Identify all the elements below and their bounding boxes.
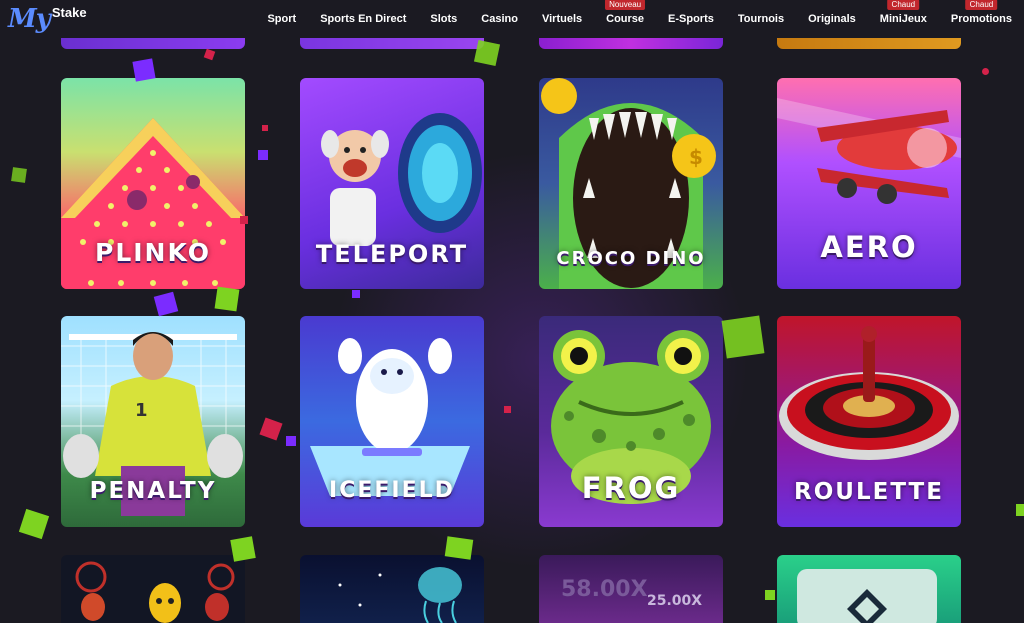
nav-course[interactable]: Nouveau Course bbox=[594, 0, 656, 38]
game-title: AERO bbox=[820, 230, 918, 264]
confetti-square bbox=[1016, 504, 1024, 516]
confetti-square bbox=[214, 286, 240, 312]
nav-sports-en-direct[interactable]: Sports En Direct bbox=[308, 0, 418, 38]
game-title: PLINKO bbox=[95, 238, 211, 267]
nav-promotions-label: Promotions bbox=[950, 13, 1012, 25]
main-nav: Sport Sports En Direct Slots Casino Virt… bbox=[255, 0, 1024, 38]
game-card-partial-bottom[interactable] bbox=[61, 555, 245, 623]
game-card-frog[interactable]: FROG bbox=[539, 316, 723, 527]
confetti-square bbox=[11, 167, 27, 183]
hot-badge: Chaud bbox=[965, 0, 998, 10]
nav-sports-en-direct-label: Sports En Direct bbox=[320, 13, 407, 25]
confetti-square bbox=[504, 406, 511, 413]
game-card-teleport[interactable]: TELEPORT bbox=[300, 78, 484, 289]
game-card-icefield[interactable]: ICEFIELD bbox=[300, 316, 484, 527]
nav-e-sports-label: E-Sports bbox=[668, 13, 714, 25]
nav-minijeux[interactable]: Chaud MiniJeux bbox=[868, 0, 939, 38]
logo-my-text: My bbox=[8, 4, 51, 34]
game-card-aero[interactable]: AERO bbox=[777, 78, 961, 289]
logo-stake-text: Stake bbox=[51, 5, 87, 20]
game-title: PENALTY bbox=[89, 478, 217, 504]
game-card-croco-dino[interactable]: $ CROCO DINO bbox=[539, 78, 723, 289]
confetti-square bbox=[203, 48, 216, 61]
nav-course-label: Course bbox=[606, 13, 645, 25]
game-card-partial-bottom[interactable] bbox=[777, 555, 961, 623]
nav-casino-label: Casino bbox=[481, 13, 518, 25]
crash-multiplier-secondary: 25.00X bbox=[647, 593, 703, 609]
diamond-art bbox=[797, 569, 937, 623]
nav-slots-label: Slots bbox=[430, 13, 458, 25]
nav-e-sports[interactable]: E-Sports bbox=[656, 0, 726, 38]
game-card-partial-bottom[interactable]: 58.00X 25.00X bbox=[539, 555, 723, 623]
confetti-square bbox=[153, 291, 179, 317]
confetti-square bbox=[352, 290, 360, 298]
nav-virtuels-label: Virtuels bbox=[541, 13, 583, 25]
confetti-square bbox=[262, 125, 268, 131]
game-title: ICEFIELD bbox=[329, 478, 455, 503]
confetti-square bbox=[18, 508, 50, 540]
game-title: TELEPORT bbox=[315, 240, 469, 268]
game-card-roulette[interactable]: ROULETTE bbox=[777, 316, 961, 527]
confetti-square bbox=[258, 150, 268, 160]
nav-originals-label: Originals bbox=[808, 13, 856, 25]
nav-sport[interactable]: Sport bbox=[255, 0, 308, 38]
nav-slots[interactable]: Slots bbox=[418, 0, 469, 38]
nav-promotions[interactable]: Chaud Promotions bbox=[939, 0, 1024, 38]
nav-tournois[interactable]: Tournois bbox=[726, 0, 796, 38]
masks-art bbox=[75, 561, 235, 623]
top-header: My Stake Sport Sports En Direct Slots Ca… bbox=[0, 0, 1024, 38]
crash-multiplier-primary: 58.00X bbox=[561, 577, 648, 602]
game-card-penalty[interactable]: 1 PENALTY bbox=[61, 316, 245, 527]
confetti-square bbox=[765, 590, 775, 600]
nav-casino[interactable]: Casino bbox=[469, 0, 530, 38]
nav-virtuels[interactable]: Virtuels bbox=[530, 0, 594, 38]
nav-sport-label: Sport bbox=[267, 13, 297, 25]
new-badge: Nouveau bbox=[605, 0, 646, 10]
confetti-square bbox=[721, 315, 765, 359]
confetti-square bbox=[286, 436, 296, 446]
svg-text:1: 1 bbox=[135, 400, 148, 421]
mystake-logo[interactable]: My Stake bbox=[8, 4, 87, 34]
nav-tournois-label: Tournois bbox=[737, 13, 785, 25]
nav-originals[interactable]: Originals bbox=[796, 0, 868, 38]
confetti-square bbox=[982, 68, 989, 75]
hot-badge: Chaud bbox=[887, 0, 920, 10]
confetti-square bbox=[259, 417, 283, 441]
game-card-plinko[interactable]: PLINKO bbox=[61, 78, 245, 289]
jellyfish-art bbox=[338, 567, 462, 623]
game-title: ROULETTE bbox=[794, 479, 944, 505]
game-card-partial-bottom[interactable] bbox=[300, 555, 484, 623]
svg-text:$: $ bbox=[689, 145, 703, 169]
game-title: CROCO DINO bbox=[556, 248, 706, 269]
nav-minijeux-label: MiniJeux bbox=[879, 13, 927, 25]
game-title: FROG bbox=[581, 471, 681, 505]
